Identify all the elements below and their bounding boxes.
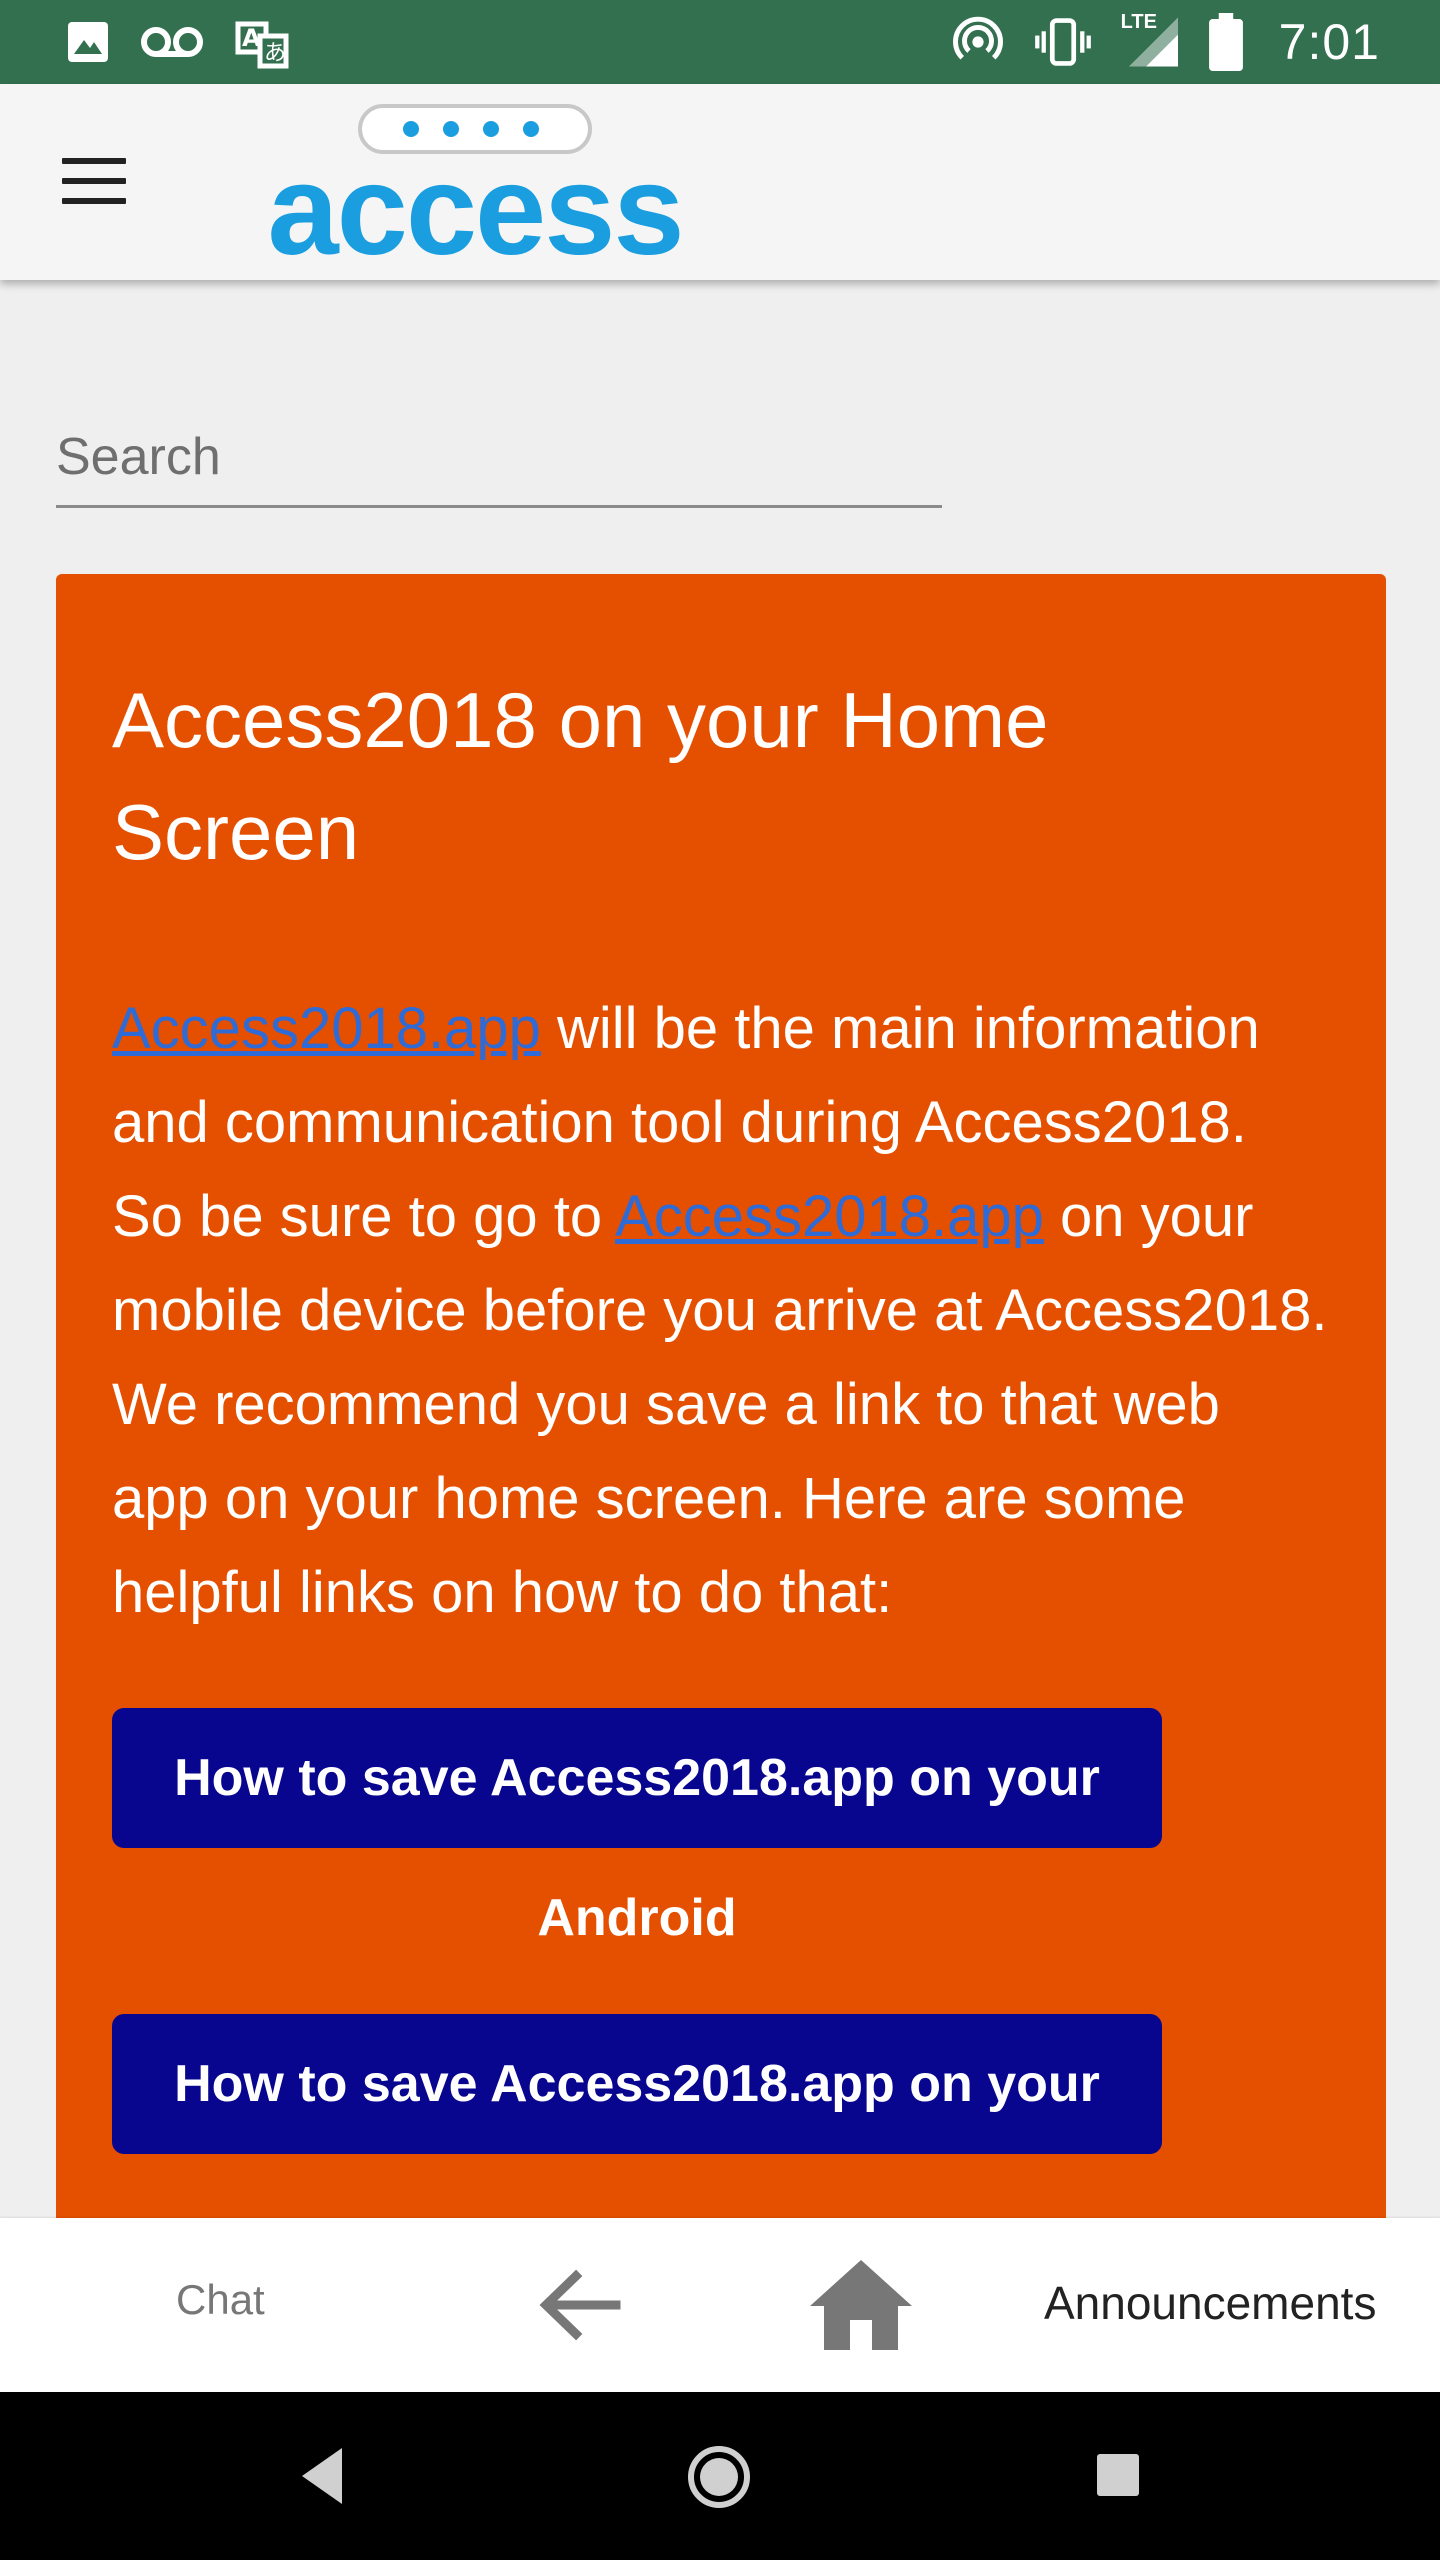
hotspot-icon: [951, 15, 1005, 69]
nav-announcements[interactable]: Announcements: [1044, 2276, 1376, 2330]
card-body: Access2018.app will be the main informat…: [112, 982, 1330, 1640]
save-android-button-sub[interactable]: Android: [112, 1884, 1162, 1952]
hamburger-icon-line: [62, 178, 126, 184]
save-android-button[interactable]: How to save Access2018.app on your: [112, 1708, 1162, 1848]
system-nav-bar: [0, 2392, 1440, 2560]
save-ios-button[interactable]: How to save Access2018.app on your: [112, 2014, 1162, 2154]
translate-icon: Aあ: [232, 12, 292, 72]
search-input[interactable]: [56, 402, 942, 502]
app-bar: access: [0, 84, 1440, 282]
vibrate-icon: [1033, 15, 1093, 69]
card-title: Access2018 on your Home Screen: [112, 676, 1049, 876]
bottom-nav: Chat Announcements: [0, 2218, 1440, 2392]
system-home-icon[interactable]: [686, 2444, 752, 2510]
hamburger-icon: [62, 158, 126, 164]
home-screen-card: Access2018 on your Home Screen Access201…: [56, 574, 1386, 2314]
access-app-link-1[interactable]: Access2018.app: [112, 996, 541, 1061]
ios-save-block: How to save Access2018.app on your: [112, 2014, 1162, 2154]
voicemail-icon: [140, 22, 204, 62]
status-bar-left: Aあ: [64, 12, 292, 72]
image-icon: [64, 18, 112, 66]
card-body-text-2: on your mobile device before you arrive …: [112, 1184, 1328, 1625]
home-icon[interactable]: [806, 2254, 916, 2354]
status-bar: Aあ LTE 7:01: [0, 0, 1440, 84]
clock: 7:01: [1278, 14, 1380, 70]
arrow-left-icon[interactable]: [530, 2260, 630, 2350]
system-recents-icon[interactable]: [1097, 2454, 1139, 2496]
system-back-icon[interactable]: [296, 2444, 348, 2508]
search-field: [56, 402, 942, 508]
android-save-block: How to save Access2018.app on your Andro…: [112, 1708, 1162, 1952]
access-app-link-2[interactable]: Access2018.app: [615, 1184, 1044, 1249]
svg-text:あ: あ: [264, 41, 286, 66]
nav-chat[interactable]: Chat: [176, 2276, 265, 2324]
status-bar-right: LTE 7:01: [951, 11, 1380, 71]
signal-icon: LTE: [1121, 11, 1181, 69]
access-logo[interactable]: access: [245, 94, 705, 282]
battery-icon: [1208, 13, 1243, 71]
screen: Aあ LTE 7:01 access Search Access2018 on …: [0, 0, 1440, 2560]
logo-text: access: [267, 139, 682, 274]
network-type-label: LTE: [1120, 11, 1157, 33]
hamburger-menu-button[interactable]: [62, 158, 130, 208]
hamburger-icon-line: [62, 198, 126, 204]
